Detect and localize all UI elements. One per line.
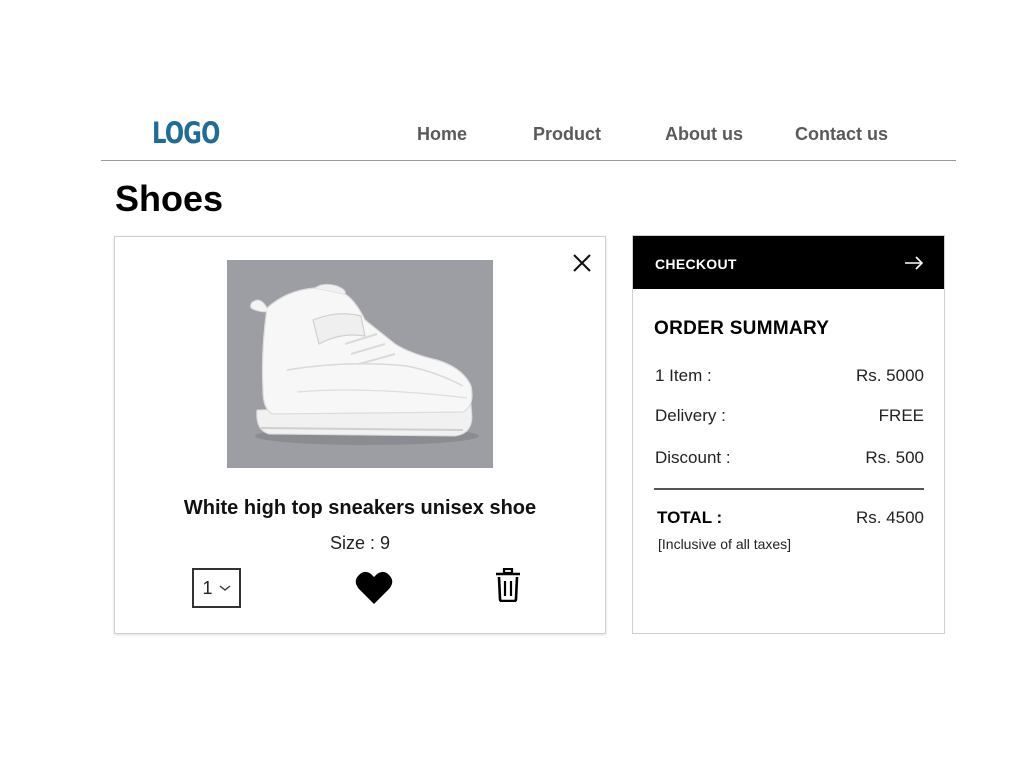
header-divider: [101, 160, 956, 161]
nav-product[interactable]: Product: [533, 124, 601, 145]
quantity-select[interactable]: 1: [192, 568, 241, 608]
nav-about-us[interactable]: About us: [665, 124, 743, 145]
cart-item-card: White high top sneakers unisex shoe Size…: [114, 236, 606, 634]
summary-discount-value: Rs. 500: [865, 448, 924, 467]
product-name[interactable]: White high top sneakers unisex shoe: [115, 497, 605, 520]
heart-icon[interactable]: [355, 570, 393, 606]
nav-home[interactable]: Home: [417, 124, 467, 145]
total-label: TOTAL :: [657, 508, 723, 527]
product-image[interactable]: [227, 260, 493, 468]
order-summary-title: ORDER SUMMARY: [654, 318, 830, 339]
summary-divider: [654, 488, 924, 490]
sneaker-image: [250, 283, 479, 445]
nav-contact-us[interactable]: Contact us: [795, 124, 888, 145]
trash-icon[interactable]: [495, 567, 521, 603]
product-size: Size : 9: [329, 533, 391, 553]
chevron-down-icon: [219, 581, 231, 595]
tax-note: [Inclusive of all taxes]: [658, 536, 792, 552]
order-summary-card: CHECKOUT ORDER SUMMARY 1 Item : Rs. 5000…: [632, 235, 945, 634]
summary-discount-label: Discount :: [655, 448, 731, 467]
quantity-value: 1: [202, 577, 213, 598]
summary-delivery-value: FREE: [878, 406, 924, 425]
total-value: Rs. 4500: [855, 508, 924, 527]
summary-item-label: 1 Item :: [655, 366, 712, 385]
checkout-label: CHECKOUT: [655, 256, 737, 272]
summary-item-value: Rs. 5000: [855, 366, 924, 385]
arrow-right-icon: [904, 255, 924, 271]
logo[interactable]: LOGO: [152, 116, 220, 150]
summary-delivery-label: Delivery :: [655, 406, 726, 425]
checkout-button[interactable]: CHECKOUT: [633, 236, 944, 289]
close-icon[interactable]: [571, 252, 593, 274]
page-title: Shoes: [115, 178, 224, 219]
